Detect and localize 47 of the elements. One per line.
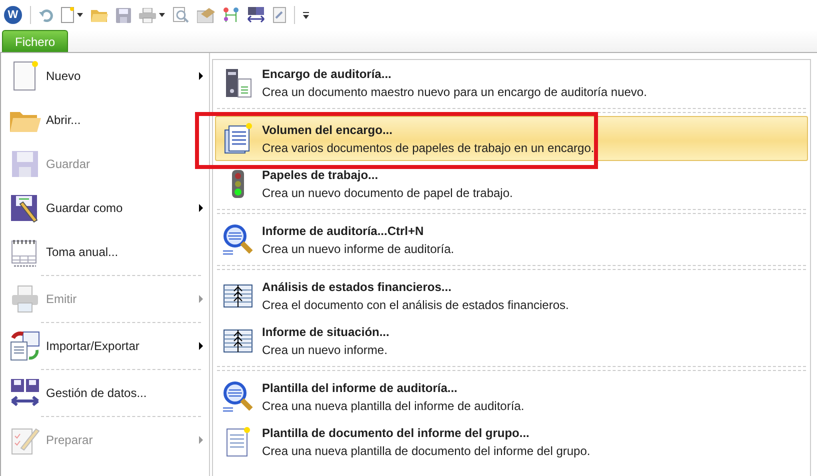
item-title: Volumen del encargo... xyxy=(262,122,392,136)
item-description: Crea un documento maestro nuevo para un encargo de auditoría nuevo. xyxy=(262,84,647,98)
item-title: Plantilla de documento del informe del grupo... xyxy=(262,426,530,440)
item-description: Crea una nueva plantilla de documento del informe del grupo. xyxy=(262,444,590,458)
item-description: Crea una nueva plantilla del informe de auditoría. xyxy=(262,398,524,412)
magnifier-icon xyxy=(222,224,254,256)
print-icon xyxy=(9,283,41,315)
magnifier-icon xyxy=(222,380,254,412)
item-title: Análisis de estados financieros... xyxy=(262,280,452,294)
item-description: Crea el documento con el análisis de estados financieros. xyxy=(262,298,569,312)
submenu-item[interactable]: Papeles de trabajo... Crea un nuevo documento de papel de trabajo. xyxy=(215,161,808,206)
transfer-icon xyxy=(9,377,41,409)
customize-toolbar-icon[interactable] xyxy=(303,12,309,18)
item-title: Plantilla del informe de auditoría... xyxy=(262,380,458,394)
menu-item[interactable]: Nuevo xyxy=(1,54,209,98)
save-icon xyxy=(9,148,41,180)
dropdown-caret-icon[interactable] xyxy=(159,13,165,17)
folder-icon[interactable] xyxy=(91,8,108,22)
submenu-item[interactable]: Informe de situación... Crea un nuevo informe. xyxy=(215,318,808,363)
item-description: Crea varios documentos de papeles de trabajo en un encargo. xyxy=(262,140,594,154)
item-description: Crea un nuevo informe de auditoría. xyxy=(262,242,454,256)
save-icon[interactable] xyxy=(116,8,131,22)
item-description: Crea un nuevo informe. xyxy=(262,342,388,356)
submenu-item[interactable]: Encargo de auditoría... Crea un documento maestro nuevo para un encargo de auditoría nuevo. xyxy=(215,60,808,105)
network-icon[interactable] xyxy=(223,7,239,23)
submenu-item[interactable]: Análisis de estados financieros... Crea el documento con el análisis de estados financieros. xyxy=(215,273,808,318)
app-logo[interactable]: W xyxy=(4,6,22,24)
item-title: Papeles de trabajo... xyxy=(262,168,378,182)
menu-item[interactable]: Guardar como xyxy=(1,186,209,230)
submenu-item[interactable]: Volumen del encargo... Crea varios documentos de papeles de trabajo en un encargo. xyxy=(215,116,808,161)
submenu-item[interactable]: Plantilla del informe de auditoría... Crea una nueva plantilla del informe de auditoría. xyxy=(215,374,808,419)
print-preview-icon[interactable] xyxy=(173,7,189,23)
menu-item[interactable]: Toma anual... xyxy=(1,230,209,274)
submenu-item[interactable]: Informe de auditoría...Ctrl+N Crea un nuevo informe de auditoría. xyxy=(215,217,808,262)
menu-item[interactable]: Gestión de datos... xyxy=(1,371,209,415)
disk-transfer-icon[interactable] xyxy=(247,7,265,23)
undo-icon[interactable] xyxy=(39,8,53,22)
item-description: Crea un nuevo documento de papel de trabajo. xyxy=(262,186,513,200)
submenu-item[interactable]: Plantilla de documento del informe del grupo... Crea una nueva plantilla de documento del informe del grupo. xyxy=(215,419,808,464)
menu-item[interactable]: Importar/Exportar xyxy=(1,324,209,368)
item-title: Informe de situación... xyxy=(262,324,390,338)
dropdown-caret-icon[interactable] xyxy=(77,13,83,17)
item-title: Informe de auditoría...Ctrl+N xyxy=(262,224,424,238)
docs-icon xyxy=(222,122,254,154)
item-title: Encargo de auditoría... xyxy=(262,66,392,80)
document-link-icon[interactable] xyxy=(273,7,286,23)
menu-item[interactable]: Abrir... xyxy=(1,98,209,142)
